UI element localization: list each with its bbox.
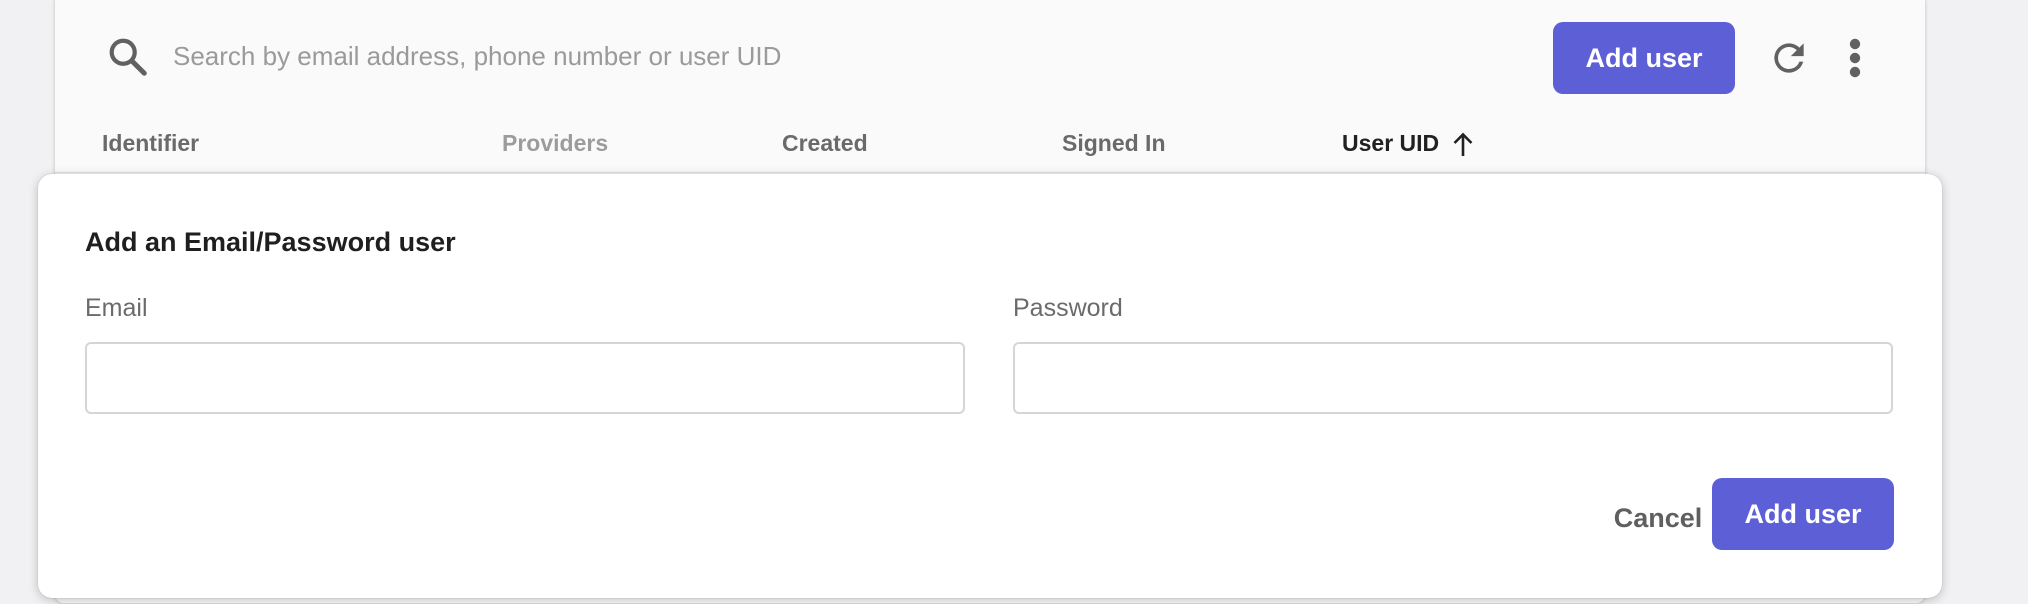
header-divider <box>55 172 1925 173</box>
more-vert-icon[interactable] <box>1847 38 1863 78</box>
dialog-add-user-button[interactable]: Add user <box>1712 478 1894 550</box>
email-field[interactable] <box>85 342 965 414</box>
email-label: Email <box>85 294 148 322</box>
column-header-created[interactable]: Created <box>782 128 868 158</box>
password-label: Password <box>1013 294 1123 322</box>
search-icon[interactable] <box>105 34 151 80</box>
search-input[interactable]: Search by email address, phone number or… <box>173 38 781 74</box>
dialog-title: Add an Email/Password user <box>85 227 456 257</box>
column-header-signed-in[interactable]: Signed In <box>1062 128 1166 158</box>
add-user-button[interactable]: Add user <box>1553 22 1735 94</box>
add-user-dialog: Add an Email/Password user Email Passwor… <box>38 174 1942 598</box>
column-header-identifier[interactable]: Identifier <box>102 128 199 158</box>
arrow-up-icon <box>1453 132 1473 156</box>
password-field[interactable] <box>1013 342 1893 414</box>
refresh-icon[interactable] <box>1767 36 1811 80</box>
column-header-user-uid-label: User UID <box>1342 130 1440 156</box>
column-header-providers: Providers <box>502 130 609 156</box>
column-header-user-uid[interactable]: User UID <box>1342 128 1475 158</box>
